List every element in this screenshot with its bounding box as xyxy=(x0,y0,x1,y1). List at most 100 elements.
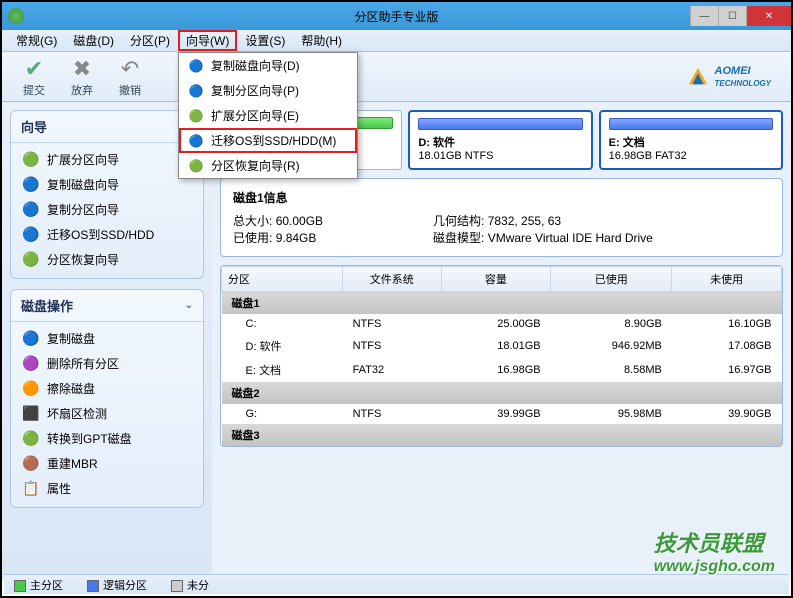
watermark: 技术员联盟 www.jsgho.com xyxy=(654,526,775,576)
sidebar-item[interactable]: 🔵迁移OS到SSD/HDD xyxy=(15,222,199,247)
statusbar: 主分区 逻辑分区 未分 xyxy=(4,574,789,594)
disk-info-box: 磁盘1信息 总大小: 60.00GB 几何结构: 7832, 255, 63 已… xyxy=(220,178,783,257)
cell-used: 946.92MB xyxy=(551,334,672,358)
sidebar-item-label: 复制分区向导 xyxy=(47,201,119,218)
disk-name: 磁盘2 xyxy=(222,382,782,404)
sidebar-item[interactable]: 🟣删除所有分区 xyxy=(15,351,199,376)
table-row[interactable]: D: 软件NTFS18.01GB946.92MB17.08GB xyxy=(222,334,782,358)
dropdown-label: 复制分区向导(P) xyxy=(211,82,299,99)
disk-name: 磁盘3 xyxy=(222,424,782,446)
sidebar-item-label: 复制磁盘 xyxy=(47,330,95,347)
sidebar-item[interactable]: 🟠 擦除磁盘 xyxy=(15,376,199,401)
sidebar-item[interactable]: 🔵复制分区向导 xyxy=(15,197,199,222)
disk-header-row[interactable]: 磁盘3 xyxy=(222,424,782,446)
watermark-text: 技术员联盟 xyxy=(654,531,764,556)
sidebar-item-label: 属性 xyxy=(47,480,71,497)
green-square-icon xyxy=(14,580,26,592)
cell-free: 39.90GB xyxy=(672,404,782,424)
sidebar-item[interactable]: ⬛坏扇区检测 xyxy=(15,401,199,426)
table-row[interactable]: C:NTFS25.00GB8.90GB16.10GB xyxy=(222,314,782,334)
panel-header[interactable]: 向导⌄ xyxy=(11,111,203,143)
dropdown-item[interactable]: 🔵 迁移OS到SSD/HDD(M) xyxy=(179,128,357,153)
sidebar-item[interactable]: 🔵复制磁盘向导 xyxy=(15,172,199,197)
gray-square-icon xyxy=(171,580,183,592)
check-icon: ✔ xyxy=(25,56,43,82)
partition-table-box: 分区文件系统容量已使用未使用 磁盘1C:NTFS25.00GB8.90GB16.… xyxy=(220,265,783,447)
brand-name: AOMEI xyxy=(715,65,751,77)
table-header[interactable]: 文件系统 xyxy=(343,267,441,292)
discard-button[interactable]: ✖放弃 xyxy=(58,56,106,98)
menu-item[interactable]: 帮助(H) xyxy=(293,30,350,51)
partition-name: E: 文档 xyxy=(609,134,773,150)
item-icon: 🔵 xyxy=(21,227,41,243)
minimize-button[interactable]: — xyxy=(690,6,718,26)
sidebar-item[interactable]: 📋 属性 xyxy=(15,476,199,501)
wizard-icon: 🟢 xyxy=(187,108,205,124)
brand-sub: TECHNOLOGY xyxy=(715,79,771,88)
submit-button[interactable]: ✔提交 xyxy=(10,56,58,98)
menu-item[interactable]: 设置(S) xyxy=(237,30,293,51)
item-icon: 🔵 xyxy=(21,331,41,347)
table-header[interactable]: 分区 xyxy=(222,267,343,292)
cell-name: G: xyxy=(222,404,343,424)
panel-title: 磁盘操作 xyxy=(21,296,73,315)
dropdown-item[interactable]: 🔵 复制分区向导(P) xyxy=(179,78,357,103)
dropdown-label: 分区恢复向导(R) xyxy=(211,157,300,174)
cell-used: 8.90GB xyxy=(551,314,672,334)
panel-header[interactable]: 磁盘操作 ⌄ xyxy=(11,290,203,322)
geom-label: 几何结构: xyxy=(433,214,484,228)
chevron-icon: ⌄ xyxy=(185,300,193,311)
partition-box[interactable]: E: 文档16.98GB FAT32 xyxy=(599,110,783,170)
table-header[interactable]: 容量 xyxy=(441,267,551,292)
table-row[interactable]: G:NTFS39.99GB95.98MB39.90GB xyxy=(222,404,782,424)
cell-fs: NTFS xyxy=(343,404,441,424)
dropdown-label: 复制磁盘向导(D) xyxy=(211,57,300,74)
item-icon: 🟠 xyxy=(21,381,41,397)
sidebar-item[interactable]: 🟢分区恢复向导 xyxy=(15,247,199,272)
legend-logical: 逻辑分区 xyxy=(87,577,147,593)
close-button[interactable]: ✕ xyxy=(746,6,791,26)
toolbar: ✔提交 ✖放弃 ↶撤销 AOMEI TECHNOLOGY xyxy=(2,52,791,102)
wizard-icon: 🔵 xyxy=(187,133,205,149)
table-row[interactable]: E: 文档FAT3216.98GB8.58MB16.97GB xyxy=(222,358,782,382)
titlebar: 分区助手专业版 — ☐ ✕ xyxy=(2,2,791,30)
undo-button[interactable]: ↶撤销 xyxy=(106,56,154,98)
dropdown-item[interactable]: 🟢扩展分区向导(E) xyxy=(179,103,357,128)
item-icon: 📋 xyxy=(21,481,41,497)
cell-free: 17.08GB xyxy=(672,334,782,358)
dropdown-label: 迁移OS到SSD/HDD(M) xyxy=(211,132,336,149)
used-value: 9.84GB xyxy=(276,231,317,245)
wizard-icon: 🔵 xyxy=(187,83,205,99)
sidebar-item-label: 扩展分区向导 xyxy=(47,151,119,168)
legend-primary: 主分区 xyxy=(14,577,63,593)
sidebar-item-label: 擦除磁盘 xyxy=(47,380,95,397)
wizard-panel: 向导⌄ 🟢扩展分区向导🔵复制磁盘向导🔵复制分区向导🔵迁移OS到SSD/HDD🟢分… xyxy=(10,110,204,279)
x-icon: ✖ xyxy=(73,56,91,82)
legend-unalloc: 未分 xyxy=(171,577,209,593)
disk-header-row[interactable]: 磁盘2 xyxy=(222,382,782,404)
partition-box[interactable]: D: 软件18.01GB NTFS xyxy=(408,110,592,170)
menu-item[interactable]: 磁盘(D) xyxy=(65,30,122,51)
partition-size: 18.01GB NTFS xyxy=(418,150,582,162)
table-header[interactable]: 已使用 xyxy=(551,267,672,292)
disk-header-row[interactable]: 磁盘1 xyxy=(222,292,782,315)
toolbtn-label: 撤销 xyxy=(119,82,141,98)
dropdown-item[interactable]: 🔵复制磁盘向导(D) xyxy=(179,53,357,78)
model-value: VMware Virtual IDE Hard Drive xyxy=(488,231,653,245)
menu-item[interactable]: 向导(W) xyxy=(178,30,237,51)
usage-bar xyxy=(609,118,773,130)
maximize-button[interactable]: ☐ xyxy=(718,6,746,26)
menu-item[interactable]: 常规(G) xyxy=(8,30,65,51)
sidebar-item[interactable]: 🟤重建MBR xyxy=(15,451,199,476)
total-label: 总大小: xyxy=(233,214,272,228)
sidebar-item-label: 分区恢复向导 xyxy=(47,251,119,268)
sidebar-item[interactable]: 🟢扩展分区向导 xyxy=(15,147,199,172)
partition-size: 16.98GB FAT32 xyxy=(609,150,773,162)
cell-name: E: 文档 xyxy=(222,358,343,382)
menu-item[interactable]: 分区(P) xyxy=(122,30,178,51)
window-title: 分区助手专业版 xyxy=(354,8,438,25)
table-header[interactable]: 未使用 xyxy=(672,267,782,292)
sidebar-item[interactable]: 🔵 复制磁盘 xyxy=(15,326,199,351)
sidebar-item[interactable]: 🟢转换到GPT磁盘 xyxy=(15,426,199,451)
dropdown-item[interactable]: 🟢分区恢复向导(R) xyxy=(179,153,357,178)
